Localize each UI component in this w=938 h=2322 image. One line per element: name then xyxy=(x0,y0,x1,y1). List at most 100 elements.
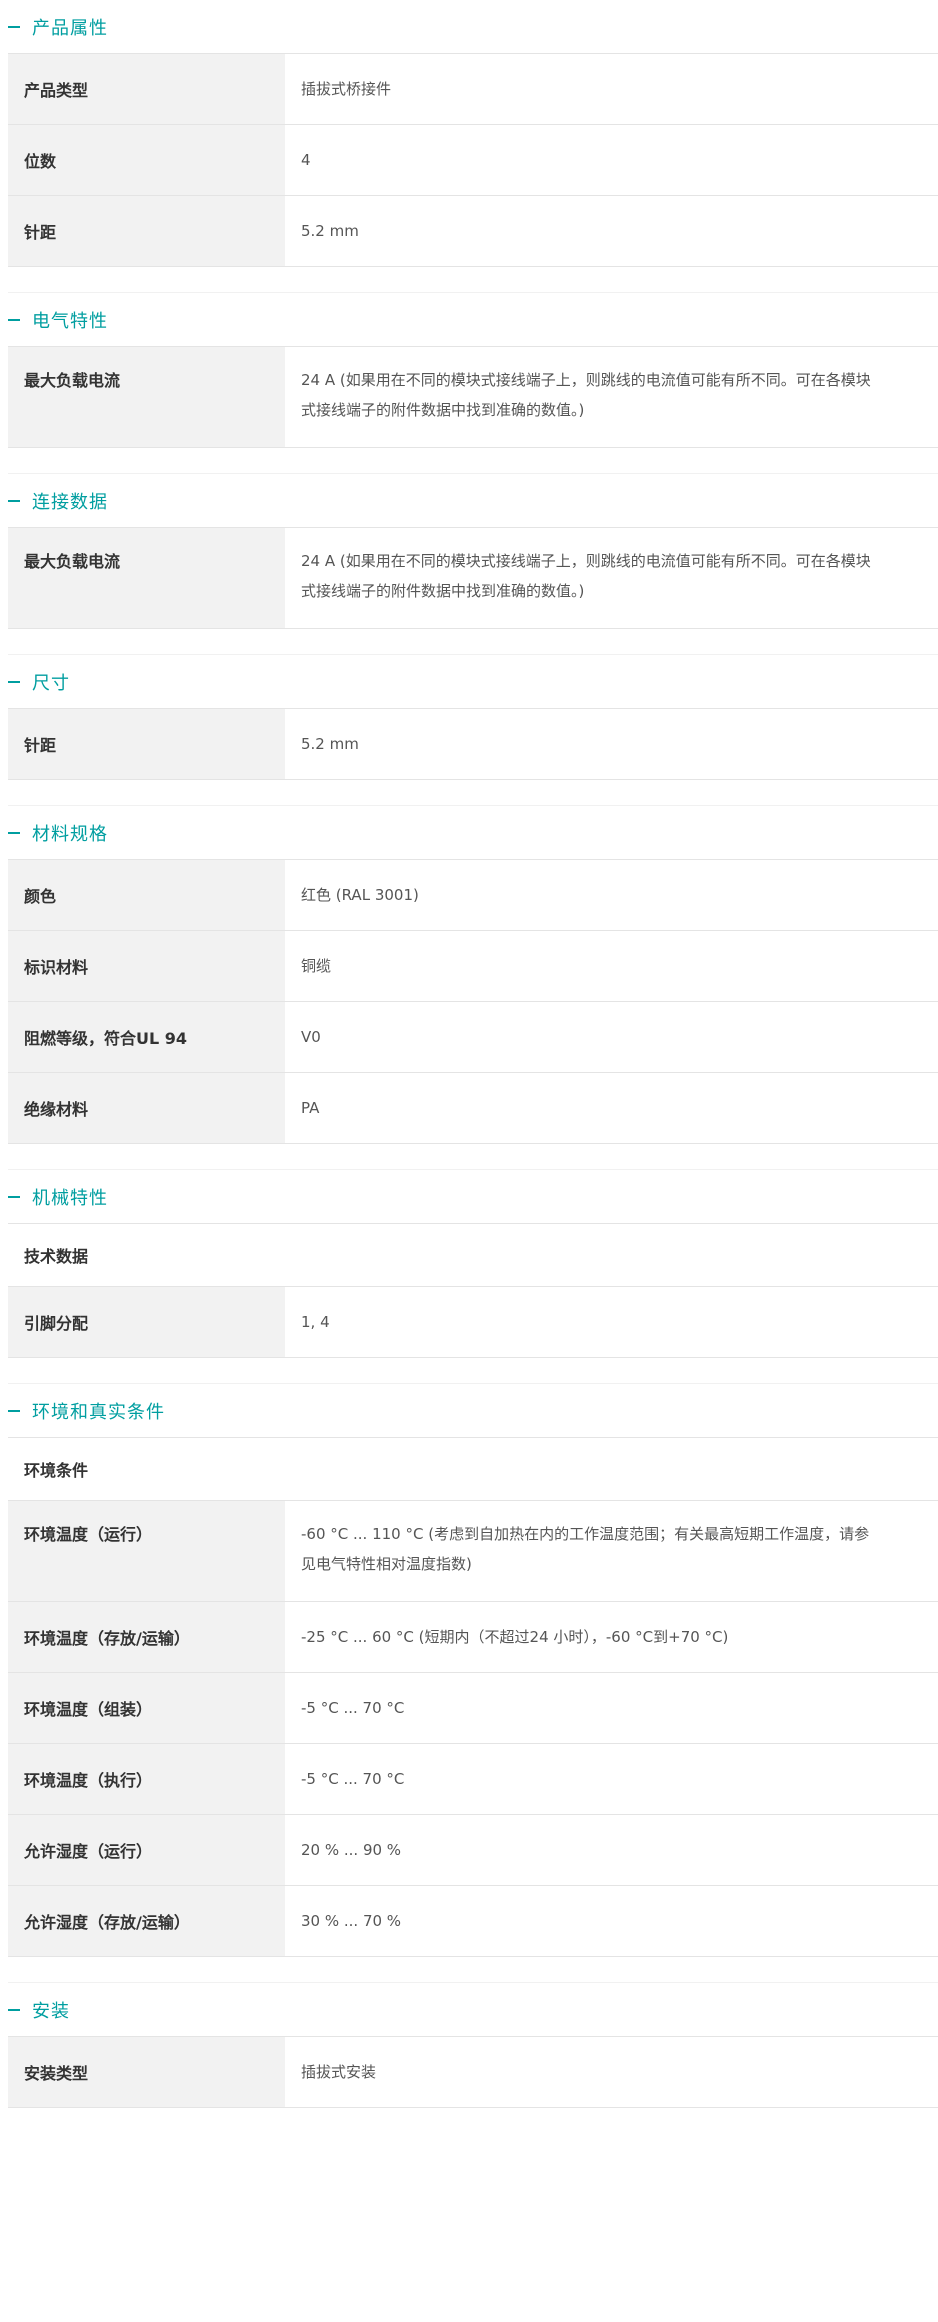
spec-key: 针距 xyxy=(8,709,285,779)
section-divider xyxy=(8,1358,938,1384)
spec-row: 绝缘材料 PA xyxy=(8,1073,938,1144)
spec-row: 最大负载电流 24 A (如果用在不同的模块式接线端子上，则跳线的电流值可能有所… xyxy=(8,347,938,448)
spec-key: 绝缘材料 xyxy=(8,1073,285,1143)
section-title: 电气特性 xyxy=(32,310,108,332)
spec-row: 安装类型 插拔式安装 xyxy=(8,2037,938,2108)
section-divider xyxy=(8,1144,938,1170)
spec-row: 颜色 红色 (RAL 3001) xyxy=(8,860,938,931)
collapse-dash-icon[interactable] xyxy=(8,680,20,683)
section-divider xyxy=(8,780,938,806)
spec-key: 环境温度（运行） xyxy=(8,1501,285,1601)
spec-key: 针距 xyxy=(8,196,285,266)
spec-row: 引脚分配 1, 4 xyxy=(8,1287,938,1358)
section-header[interactable]: 环境和真实条件 xyxy=(8,1384,938,1437)
subsection-heading: 环境条件 xyxy=(8,1438,938,1501)
spec-row: 针距 5.2 mm xyxy=(8,709,938,780)
subsection-heading: 技术数据 xyxy=(8,1224,938,1287)
spec-key: 环境温度（存放/运输） xyxy=(8,1602,285,1672)
spec-row: 允许湿度（存放/运输） 30 % ... 70 % xyxy=(8,1886,938,1957)
section-header[interactable]: 尺寸 xyxy=(8,655,938,708)
collapse-dash-icon[interactable] xyxy=(8,831,20,834)
spec-row: 标识材料 铜缆 xyxy=(8,931,938,1002)
section-title: 安装 xyxy=(32,2000,70,2022)
spec-value: -5 °C ... 70 °C xyxy=(301,1770,405,1788)
spec-value: 插拔式安装 xyxy=(301,2063,377,2081)
section-title: 机械特性 xyxy=(32,1187,108,1209)
spec-key: 阻燃等级，符合UL 94 xyxy=(8,1002,285,1072)
spec-key: 环境温度（执行） xyxy=(8,1744,285,1814)
spec-key: 允许湿度（存放/运输） xyxy=(8,1886,285,1956)
section-materials: 材料规格 颜色 红色 (RAL 3001) 标识材料 铜缆 阻燃等级，符合UL … xyxy=(0,806,938,1170)
spec-value-line: 24 A (如果用在不同的模块式接线端子上，则跳线的电流值可能有所不同。可在各模… xyxy=(301,552,871,570)
spec-row: 针距 5.2 mm xyxy=(8,196,938,267)
spec-value: PA xyxy=(301,1099,320,1117)
section-header[interactable]: 机械特性 xyxy=(8,1170,938,1223)
spec-value: V0 xyxy=(301,1028,321,1046)
spec-row: 阻燃等级，符合UL 94 V0 xyxy=(8,1002,938,1073)
collapse-dash-icon[interactable] xyxy=(8,1409,20,1412)
spec-value-line: 式接线端子的附件数据中找到准确的数值。) xyxy=(301,582,585,600)
spec-row: 环境温度（执行） -5 °C ... 70 °C xyxy=(8,1744,938,1815)
collapse-dash-icon[interactable] xyxy=(8,25,20,28)
spec-row: 允许湿度（运行） 20 % ... 90 % xyxy=(8,1815,938,1886)
spec-page: 产品属性 产品类型 插拔式桥接件 位数 4 针距 5.2 mm 电气特性 最大负… xyxy=(0,0,938,2128)
spec-row: 位数 4 xyxy=(8,125,938,196)
section-header[interactable]: 材料规格 xyxy=(8,806,938,859)
section-title: 产品属性 xyxy=(32,17,108,39)
spec-value-line: 24 A (如果用在不同的模块式接线端子上，则跳线的电流值可能有所不同。可在各模… xyxy=(301,371,871,389)
section-dimensions: 尺寸 针距 5.2 mm xyxy=(0,655,938,806)
spec-value: 4 xyxy=(301,151,311,169)
spec-row: 环境温度（存放/运输） -25 °C ... 60 °C (短期内（不超过24 … xyxy=(8,1602,938,1673)
spec-row: 环境温度（运行） -60 °C ... 110 °C (考虑到自加热在内的工作温… xyxy=(8,1501,938,1602)
spec-value: 5.2 mm xyxy=(301,735,359,753)
spec-value-line: 式接线端子的附件数据中找到准确的数值。) xyxy=(301,401,585,419)
spec-key: 最大负载电流 xyxy=(8,528,285,628)
section-header[interactable]: 安装 xyxy=(8,1983,938,2036)
section-mechanical: 机械特性 技术数据 引脚分配 1, 4 xyxy=(0,1170,938,1384)
spec-key: 标识材料 xyxy=(8,931,285,1001)
section-connection: 连接数据 最大负载电流 24 A (如果用在不同的模块式接线端子上，则跳线的电流… xyxy=(0,474,938,655)
spec-value-line: 见电气特性相对温度指数) xyxy=(301,1555,472,1573)
collapse-dash-icon[interactable] xyxy=(8,1195,20,1198)
section-electrical: 电气特性 最大负载电流 24 A (如果用在不同的模块式接线端子上，则跳线的电流… xyxy=(0,293,938,474)
spec-value: 24 A (如果用在不同的模块式接线端子上，则跳线的电流值可能有所不同。可在各模… xyxy=(285,347,938,447)
spec-row: 产品类型 插拔式桥接件 xyxy=(8,54,938,125)
spec-key: 产品类型 xyxy=(8,54,285,124)
spec-value: 30 % ... 70 % xyxy=(301,1912,402,1930)
spec-key: 环境温度（组装） xyxy=(8,1673,285,1743)
section-header[interactable]: 连接数据 xyxy=(8,474,938,527)
spec-value: 24 A (如果用在不同的模块式接线端子上，则跳线的电流值可能有所不同。可在各模… xyxy=(285,528,938,628)
section-title: 材料规格 xyxy=(32,823,108,845)
spec-key: 引脚分配 xyxy=(8,1287,285,1357)
collapse-dash-icon[interactable] xyxy=(8,318,20,321)
spec-value: -25 °C ... 60 °C (短期内（不超过24 小时），-60 °C到+… xyxy=(301,1628,729,1646)
spec-value: 1, 4 xyxy=(301,1313,330,1331)
spec-key: 颜色 xyxy=(8,860,285,930)
section-divider xyxy=(8,267,938,293)
section-divider xyxy=(8,629,938,655)
spec-key: 允许湿度（运行） xyxy=(8,1815,285,1885)
collapse-dash-icon[interactable] xyxy=(8,499,20,502)
section-environment: 环境和真实条件 环境条件 环境温度（运行） -60 °C ... 110 °C … xyxy=(0,1384,938,1983)
spec-key: 安装类型 xyxy=(8,2037,285,2107)
section-divider xyxy=(8,1957,938,1983)
spec-value: -60 °C ... 110 °C (考虑到自加热在内的工作温度范围；有关最高短… xyxy=(285,1501,938,1601)
spec-value: 20 % ... 90 % xyxy=(301,1841,402,1859)
section-title: 尺寸 xyxy=(32,672,70,694)
spec-value: 红色 (RAL 3001) xyxy=(301,886,419,904)
section-title: 环境和真实条件 xyxy=(32,1401,165,1423)
spec-key: 最大负载电流 xyxy=(8,347,285,447)
collapse-dash-icon[interactable] xyxy=(8,2008,20,2011)
section-title: 连接数据 xyxy=(32,491,108,513)
section-divider xyxy=(8,448,938,474)
spec-row: 环境温度（组装） -5 °C ... 70 °C xyxy=(8,1673,938,1744)
section-header[interactable]: 产品属性 xyxy=(8,0,938,53)
spec-value: 铜缆 xyxy=(301,957,332,975)
spec-value: -5 °C ... 70 °C xyxy=(301,1699,405,1717)
spec-value: 5.2 mm xyxy=(301,222,359,240)
spec-key: 位数 xyxy=(8,125,285,195)
spec-row: 最大负载电流 24 A (如果用在不同的模块式接线端子上，则跳线的电流值可能有所… xyxy=(8,528,938,629)
section-header[interactable]: 电气特性 xyxy=(8,293,938,346)
spec-value-line: -60 °C ... 110 °C (考虑到自加热在内的工作温度范围；有关最高短… xyxy=(301,1525,870,1543)
spec-value: 插拔式桥接件 xyxy=(301,80,392,98)
